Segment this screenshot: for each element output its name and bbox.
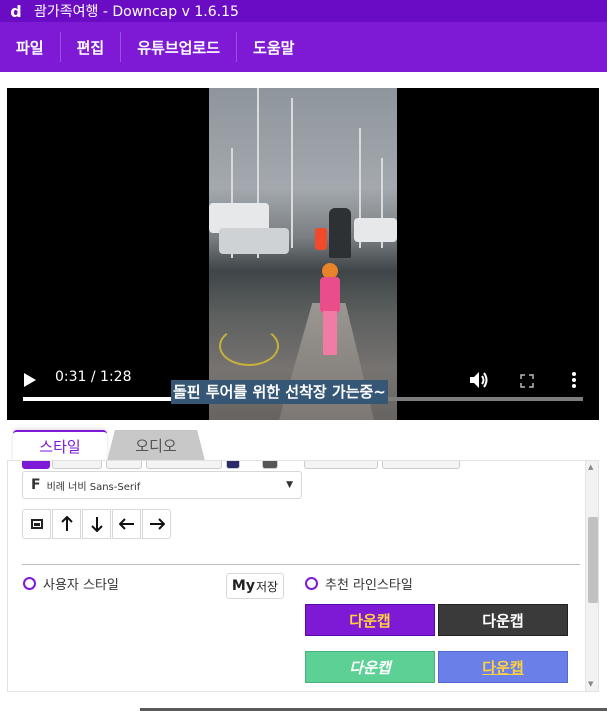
font-select-value: 비례 너비 Sans-Serif [46, 481, 141, 493]
menu-edit[interactable]: 편집 [61, 32, 122, 62]
recommended-style-radio[interactable] [305, 577, 318, 590]
move-left-button[interactable] [112, 509, 141, 539]
style-preset-dark[interactable]: 다운캡 [438, 604, 568, 636]
video-subject [317, 263, 343, 355]
fullscreen-icon[interactable] [520, 373, 534, 388]
user-style-radio[interactable] [23, 577, 36, 590]
arrow-up-icon [60, 516, 73, 531]
section-divider [22, 564, 580, 565]
style-preset-blue[interactable]: 다운캡 [438, 651, 568, 683]
style-toolbar-row [22, 461, 462, 469]
menu-bar: 파일 편집 유튜브업로드 도움말 [0, 22, 607, 72]
recommended-style-option[interactable]: 추천 라인스타일 [305, 574, 413, 593]
move-down-button[interactable] [82, 509, 111, 539]
style-preset-purple[interactable]: 다운캡 [305, 604, 435, 636]
position-button-group [22, 509, 172, 539]
menu-help[interactable]: 도움말 [237, 32, 310, 62]
scroll-down-icon[interactable]: ▼ [588, 680, 593, 688]
font-icon: F [31, 477, 41, 493]
volume-icon[interactable] [469, 371, 489, 389]
menu-file[interactable]: 파일 [0, 32, 61, 62]
title-bar: d 괌가족여행 - Downcap v 1.6.15 [0, 0, 607, 22]
move-up-button[interactable] [52, 509, 81, 539]
tab-audio[interactable]: 오디오 [107, 430, 205, 461]
arrow-right-icon [149, 518, 165, 530]
video-player[interactable]: 0:31 / 1:28 돌핀 투어를 위한 선착장 가는중~ [7, 88, 599, 420]
style-preset-green[interactable]: 다운캡 [305, 651, 435, 683]
tab-style[interactable]: 스타일 [13, 430, 107, 461]
downcap-logo-icon: d [10, 1, 22, 21]
window-title: 괌가족여행 - Downcap v 1.6.15 [34, 4, 239, 20]
my-save-button[interactable]: My 저장 [226, 573, 284, 599]
menu-youtube-upload[interactable]: 유튜브업로드 [121, 32, 238, 62]
panel-scrollbar[interactable]: ▲ ▼ [585, 461, 598, 691]
my-save-my-text: My [231, 578, 255, 594]
panel-tabs: 스타일 오디오 [7, 428, 599, 461]
arrow-down-icon [90, 517, 103, 532]
user-style-option[interactable]: 사용자 스타일 [23, 574, 119, 593]
font-select[interactable]: F 비례 너비 Sans-Serif ▼ [22, 471, 302, 499]
move-right-button[interactable] [142, 509, 171, 539]
position-box-button[interactable] [22, 509, 51, 539]
time-display: 0:31 / 1:28 [55, 369, 132, 385]
style-panel: F 비례 너비 Sans-Serif ▼ 사용자 스타일 My 저장 추천 라인… [7, 460, 599, 692]
scrollbar-thumb[interactable] [588, 517, 598, 603]
scroll-up-icon[interactable]: ▲ [588, 463, 593, 471]
more-options-icon[interactable] [569, 370, 579, 390]
my-save-save-text: 저장 [255, 579, 279, 594]
user-style-label: 사용자 스타일 [43, 578, 119, 593]
arrow-left-icon [118, 518, 134, 530]
subtitle-overlay[interactable]: 돌핀 투어를 위한 선착장 가는중~ [171, 380, 388, 404]
recommended-style-label: 추천 라인스타일 [325, 578, 413, 593]
play-icon[interactable] [23, 372, 37, 388]
position-box-icon [30, 519, 43, 529]
chevron-down-icon: ▼ [286, 480, 293, 490]
